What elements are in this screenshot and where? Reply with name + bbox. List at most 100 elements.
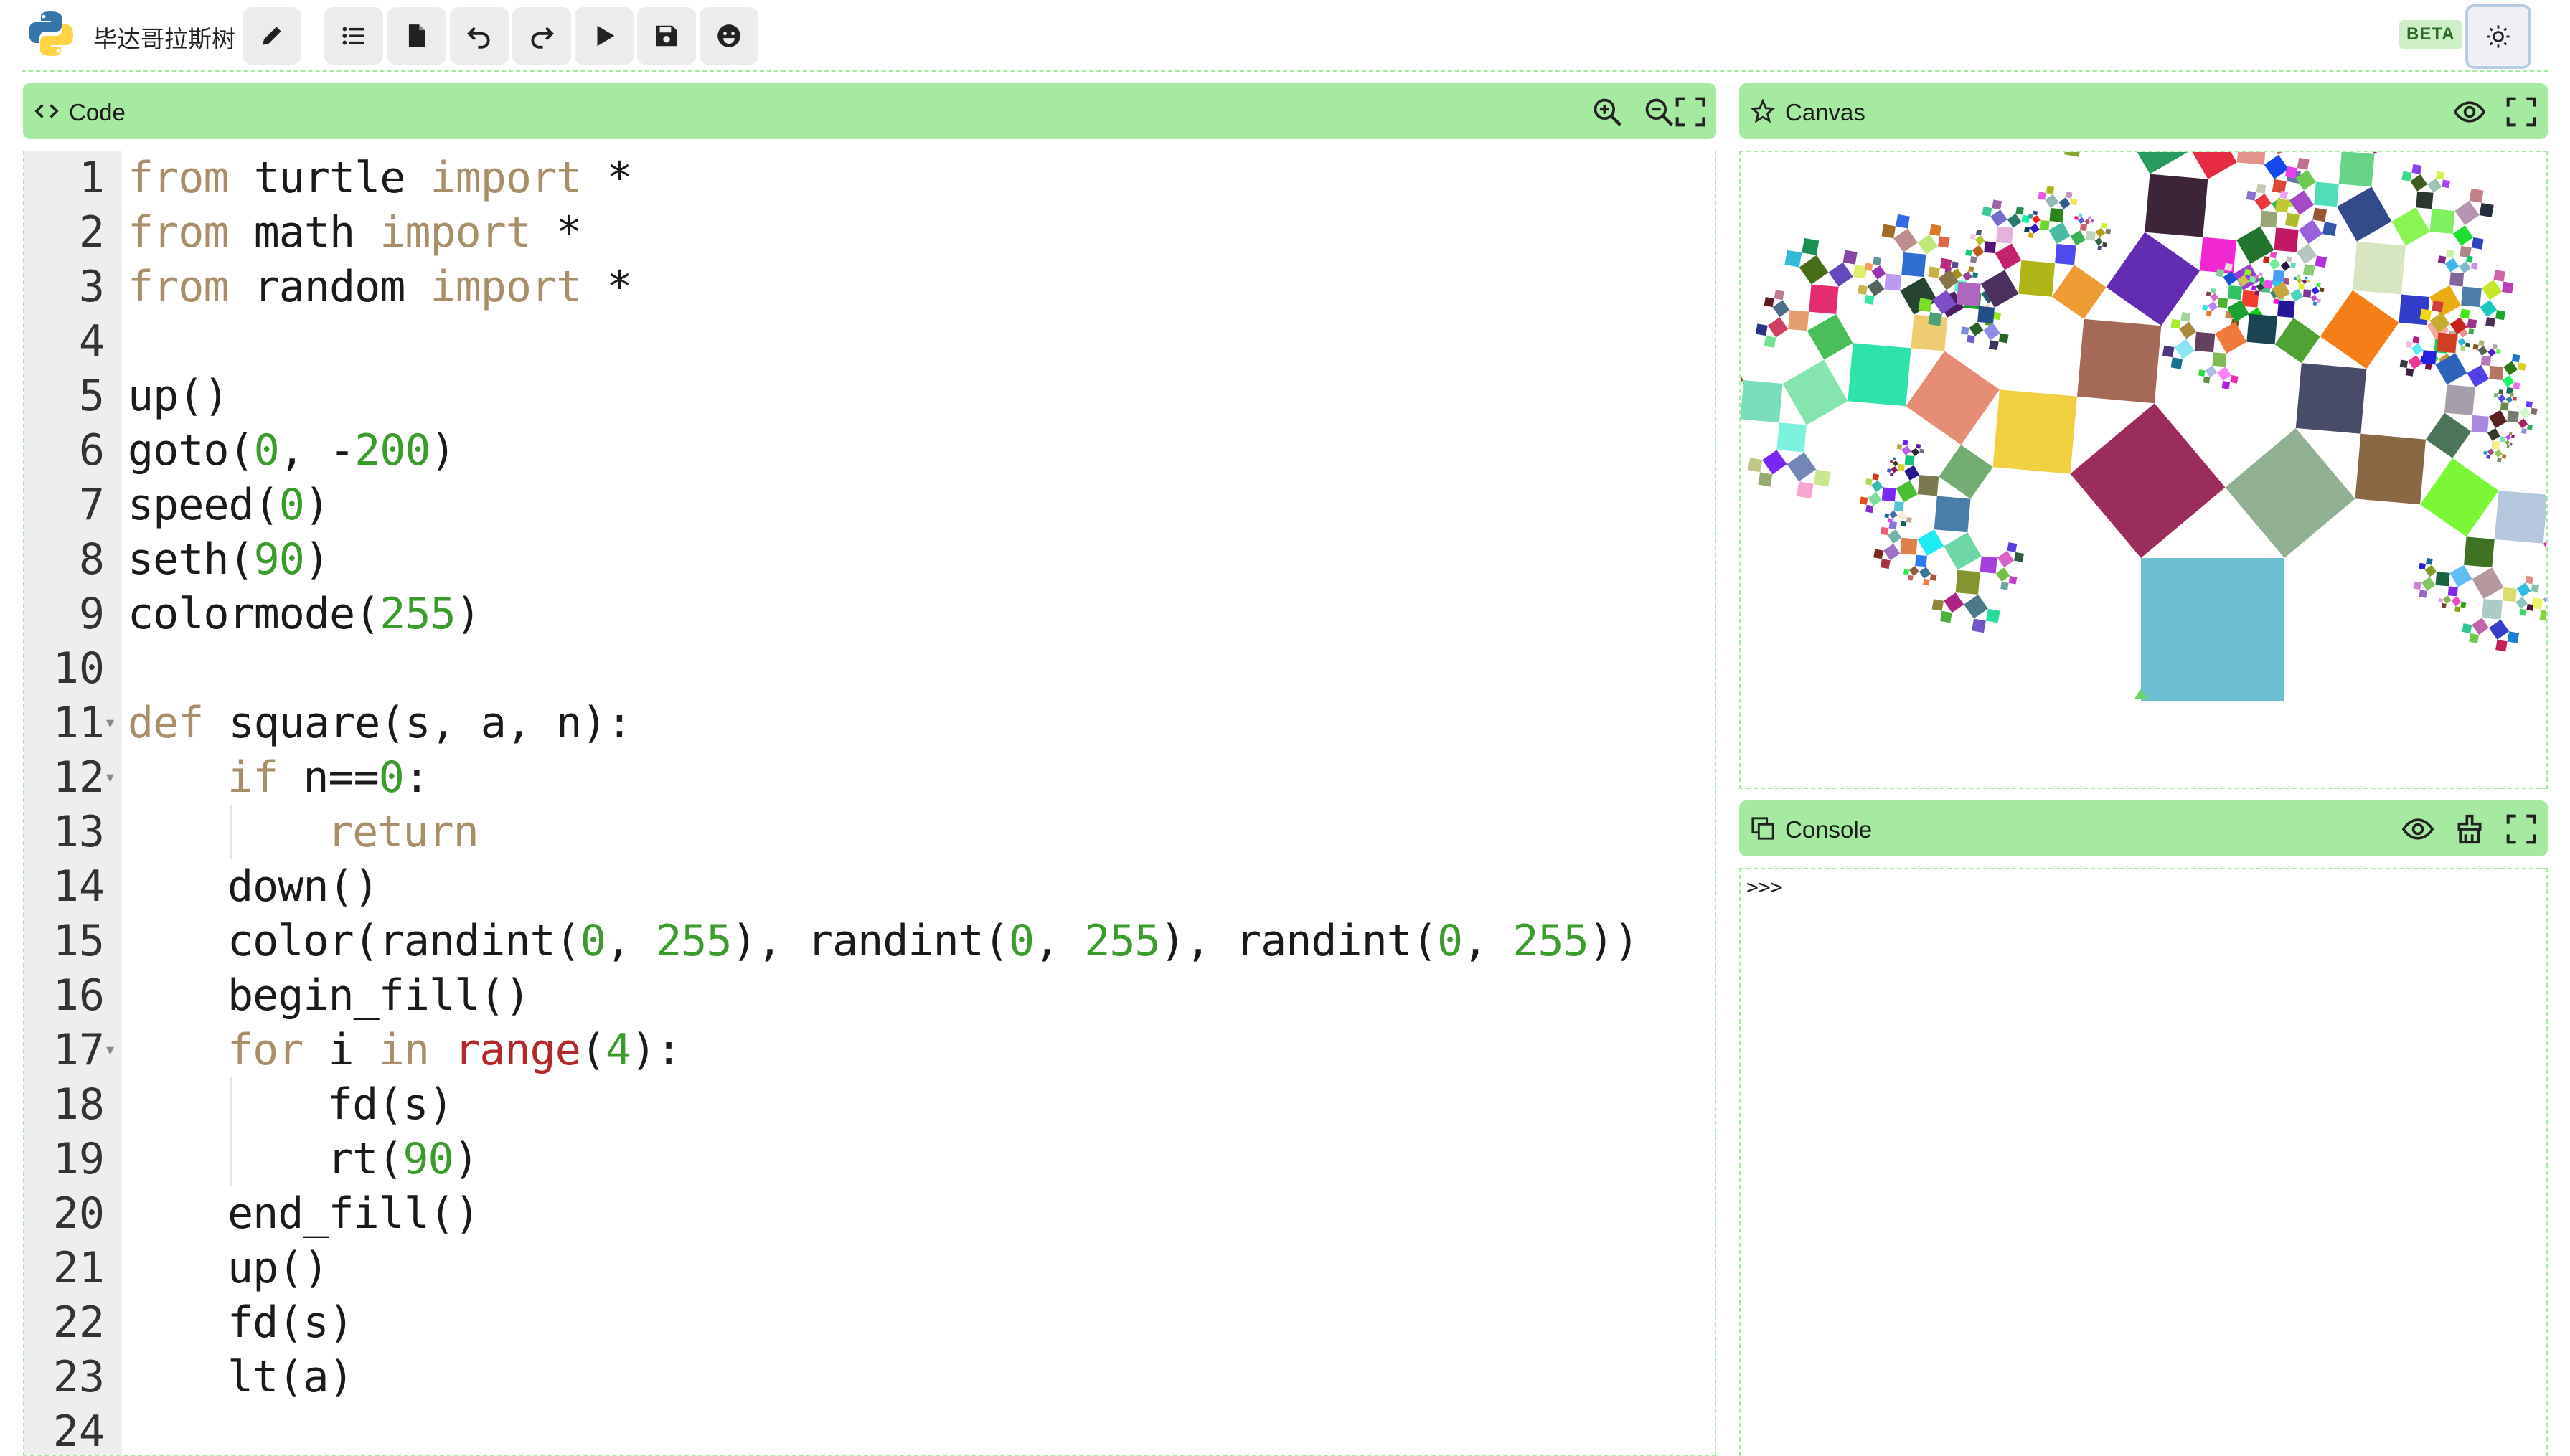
tree-square — [2497, 457, 2502, 463]
code-panel-title: Code — [69, 99, 126, 126]
tree-square — [2170, 357, 2183, 369]
tree-square — [2391, 207, 2430, 246]
code-fullscreen-button[interactable] — [1670, 92, 1710, 132]
tree-square — [2137, 152, 2188, 174]
tree-square — [2460, 308, 2470, 319]
tree-square — [1929, 224, 1941, 237]
tree-square — [2424, 564, 2437, 577]
star-icon — [1751, 99, 1775, 123]
console-panel-header: Console — [1739, 800, 2548, 856]
tree-square — [2516, 582, 2531, 597]
redo-button[interactable] — [512, 7, 571, 65]
console-clear-button[interactable] — [2449, 809, 2490, 849]
tree-square — [1972, 245, 1985, 257]
tree-square — [2077, 318, 2162, 404]
tree-square — [1893, 228, 1918, 252]
tree-square — [2443, 595, 2452, 604]
file-button[interactable] — [387, 7, 446, 65]
line-number: 9 — [78, 589, 105, 639]
tree-square — [2296, 243, 2317, 265]
fullscreen-icon — [2506, 814, 2536, 844]
tree-square — [1907, 575, 1914, 581]
tree-square — [2486, 455, 2490, 459]
fold-toggle-icon[interactable]: ▾ — [106, 696, 114, 750]
tree-square — [1892, 460, 1898, 467]
tree-square — [2070, 198, 2078, 206]
tree-square — [2274, 227, 2299, 252]
tree-square — [1900, 537, 1918, 555]
code-text: lt(a) — [227, 1352, 354, 1402]
tree-square — [2488, 619, 2510, 640]
tree-square — [2469, 188, 2484, 203]
turtle-canvas[interactable] — [1739, 151, 2548, 789]
tree-square — [1969, 321, 1984, 336]
tree-square — [2080, 224, 2087, 231]
tree-square — [2461, 286, 2482, 308]
eye-icon — [2454, 101, 2485, 123]
tree-square — [2465, 342, 2470, 348]
code-line: 22 fd(s) — [24, 1295, 1715, 1350]
tree-square — [2070, 403, 2226, 558]
tree-square — [2472, 618, 2489, 635]
tree-square — [2145, 174, 2208, 237]
tree-square — [1896, 480, 1918, 503]
tree-square — [1965, 249, 1972, 256]
toolbar: 毕达哥拉斯树 BETA — [0, 0, 2570, 70]
code-text: begin_fill() — [227, 970, 530, 1021]
tree-square — [2194, 331, 2216, 353]
fullscreen-icon — [1675, 97, 1705, 127]
tree-square — [1774, 290, 1784, 301]
tree-square — [2305, 276, 2308, 280]
zoom-in-button[interactable] — [1587, 92, 1627, 132]
tree-square — [1881, 487, 1896, 502]
console-visibility-button[interactable] — [2398, 809, 2438, 849]
tree-square — [1883, 543, 1901, 561]
tree-square — [1917, 529, 1944, 556]
tree-square — [2319, 287, 2325, 293]
console-output[interactable]: >>> — [1739, 868, 2548, 1456]
fold-toggle-icon[interactable]: ▾ — [106, 750, 114, 805]
tree-square — [2505, 396, 2513, 403]
tree-square — [1976, 230, 1982, 236]
tree-square — [2101, 222, 2107, 229]
tree-square — [2259, 272, 2263, 277]
tree-square — [2520, 428, 2527, 435]
fold-toggle-icon[interactable]: ▾ — [106, 1023, 114, 1077]
tree-square — [2449, 564, 2472, 587]
tree-square — [2441, 602, 2447, 608]
tree-square — [1898, 463, 1905, 471]
list-button[interactable] — [324, 7, 383, 65]
emoji-button[interactable] — [700, 7, 758, 65]
code-text: from random import * — [128, 262, 632, 312]
tree-square — [2519, 608, 2527, 616]
code-text: end_fill() — [227, 1188, 480, 1239]
tree-square — [2500, 402, 2509, 411]
tree-square — [2290, 288, 2303, 302]
edit-button[interactable] — [243, 7, 301, 65]
tree-square — [2295, 363, 2367, 434]
tree-square — [1904, 455, 1915, 465]
tree-square — [1923, 578, 1930, 586]
tree-square — [2505, 434, 2512, 440]
tree-square — [2293, 276, 2297, 280]
canvas-fullscreen-button[interactable] — [2501, 92, 2541, 132]
tree-square — [1962, 271, 1972, 281]
tree-square — [1911, 448, 1920, 456]
undo-button[interactable] — [450, 7, 509, 65]
run-button[interactable] — [575, 7, 634, 65]
tree-square — [1964, 594, 1988, 619]
tree-square — [2444, 384, 2475, 415]
tree-square — [2290, 262, 2297, 268]
theme-toggle-button[interactable] — [2465, 4, 2531, 69]
tree-square — [2018, 260, 2056, 297]
tree-square — [2408, 355, 2422, 369]
tree-square — [1928, 312, 1942, 326]
console-fullscreen-button[interactable] — [2501, 809, 2541, 849]
line-number: 12 — [52, 752, 105, 803]
code-text: speed(0) — [128, 480, 330, 530]
tree-square — [2263, 256, 2270, 263]
code-editor[interactable]: 1 from turtle import * 2 from math import *… — [23, 151, 1716, 1456]
tree-square — [1919, 448, 1924, 454]
canvas-visibility-button[interactable] — [2449, 92, 2490, 132]
save-button[interactable] — [637, 7, 696, 65]
